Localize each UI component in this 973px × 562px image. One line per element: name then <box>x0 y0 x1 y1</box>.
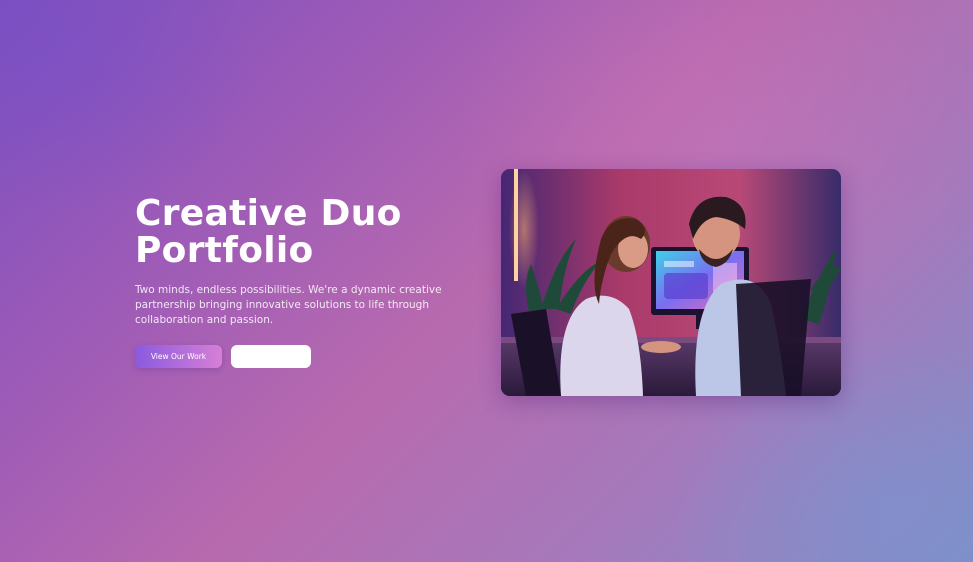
hero-image <box>501 169 841 396</box>
secondary-button[interactable] <box>231 345 311 368</box>
title-line-2: Portfolio <box>135 230 314 271</box>
title-line-1: Creative Duo <box>135 193 402 234</box>
view-our-work-button[interactable]: View Our Work <box>135 345 222 368</box>
hero-buttons: View Our Work <box>135 345 465 368</box>
hero-photo-illustration <box>501 169 841 396</box>
hero-description: Two minds, endless possibilities. We're … <box>135 284 442 326</box>
page-title: Creative Duo Portfolio <box>135 195 465 269</box>
hero-section: Creative Duo Portfolio Two minds, endles… <box>135 195 465 368</box>
